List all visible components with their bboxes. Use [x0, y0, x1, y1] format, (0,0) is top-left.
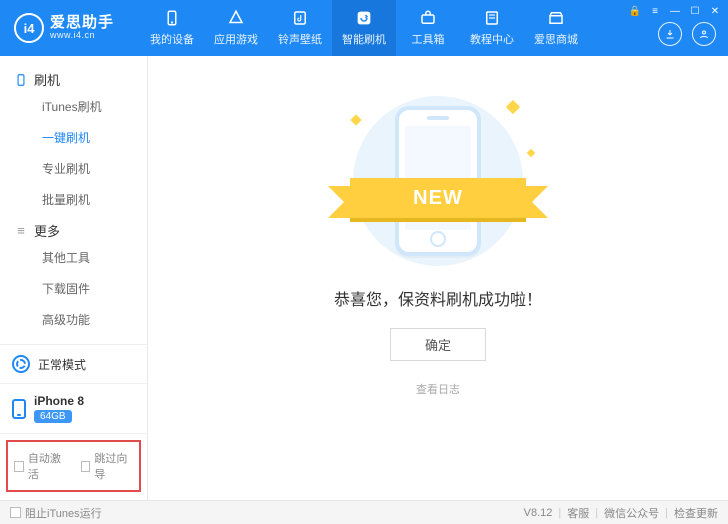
download-button[interactable]: [658, 22, 682, 46]
close-icon[interactable]: ✕: [708, 4, 722, 18]
flash-options-highlight: 自动激活 跳过向导: [6, 440, 141, 492]
device-details: iPhone 8 64GB: [34, 394, 84, 423]
sidebar-item-other-tools[interactable]: 其他工具: [0, 242, 147, 273]
success-illustration: NEW: [328, 96, 548, 266]
sidebar-bottom: 正常模式 iPhone 8 64GB 自动激活 跳过向导: [0, 344, 147, 500]
nav-label: 我的设备: [150, 31, 194, 47]
more-icon: ≡: [14, 224, 28, 238]
store-icon: [547, 9, 565, 27]
nav-label: 应用游戏: [214, 31, 258, 47]
device-name: iPhone 8: [34, 394, 84, 408]
sidebar-item-itunes-flash[interactable]: iTunes刷机: [0, 91, 147, 122]
mode-icon: [12, 355, 30, 373]
sidebar-item-onekey-flash[interactable]: 一键刷机: [0, 122, 147, 153]
nav-label: 工具箱: [412, 31, 445, 47]
app-logo: i4 爱思助手 www.i4.cn: [0, 0, 140, 56]
checkbox-icon: [14, 461, 24, 472]
footer-right: V8.12 | 客服 | 微信公众号 | 检查更新: [524, 505, 718, 521]
app-url: www.i4.cn: [50, 31, 114, 41]
sidebar-scroll: 刷机 iTunes刷机 一键刷机 专业刷机 批量刷机 ≡ 更多 其他工具 下载固…: [0, 56, 147, 344]
separator: |: [665, 507, 668, 519]
top-nav: 我的设备 应用游戏 铃声壁纸 智能刷机 工具箱 教程中心 爱思商城: [140, 0, 658, 56]
group-title: 刷机: [34, 70, 60, 89]
version-label: V8.12: [524, 507, 553, 519]
nav-my-device[interactable]: 我的设备: [140, 0, 204, 56]
nav-flash[interactable]: 智能刷机: [332, 0, 396, 56]
sidebar-item-advanced[interactable]: 高级功能: [0, 304, 147, 335]
nav-ringtones[interactable]: 铃声壁纸: [268, 0, 332, 56]
toolbox-icon: [419, 9, 437, 27]
apps-icon: [227, 9, 245, 27]
storage-badge: 64GB: [34, 410, 72, 423]
music-icon: [291, 9, 309, 27]
device-mode[interactable]: 正常模式: [0, 345, 147, 384]
nav-label: 铃声壁纸: [278, 31, 322, 47]
sidebar-item-pro-flash[interactable]: 专业刷机: [0, 153, 147, 184]
phone-icon: [14, 73, 28, 87]
maximize-icon[interactable]: ☐: [688, 4, 702, 18]
minimize-icon[interactable]: —: [668, 4, 682, 18]
spark-icon: [350, 114, 361, 125]
device-info[interactable]: iPhone 8 64GB: [0, 384, 147, 434]
nav-label: 教程中心: [470, 31, 514, 47]
app-body: 刷机 iTunes刷机 一键刷机 专业刷机 批量刷机 ≡ 更多 其他工具 下载固…: [0, 56, 728, 500]
nav-apps[interactable]: 应用游戏: [204, 0, 268, 56]
spark-icon: [506, 100, 520, 114]
view-log-link[interactable]: 查看日志: [416, 381, 460, 397]
checkbox-label: 跳过向导: [94, 450, 133, 482]
app-header: i4 爱思助手 www.i4.cn 我的设备 应用游戏 铃声壁纸 智能刷机 工具…: [0, 0, 728, 56]
new-ribbon: NEW: [350, 178, 526, 218]
sidebar-group-flash[interactable]: 刷机: [0, 64, 147, 91]
main-content: NEW 恭喜您，保资料刷机成功啦！ 确定 查看日志: [148, 56, 728, 500]
checkbox-icon: [81, 461, 91, 472]
checkbox-icon: [10, 507, 21, 518]
auto-activate-checkbox[interactable]: 自动激活: [14, 450, 67, 482]
footer-link-wechat[interactable]: 微信公众号: [604, 505, 659, 521]
mode-label: 正常模式: [38, 356, 86, 373]
window-controls: 🔒 ≡ — ☐ ✕: [628, 4, 722, 18]
lock-icon[interactable]: 🔒: [628, 4, 642, 18]
skip-setup-checkbox[interactable]: 跳过向导: [81, 450, 134, 482]
user-button[interactable]: [692, 22, 716, 46]
nav-toolbox[interactable]: 工具箱: [396, 0, 460, 56]
nav-tutorials[interactable]: 教程中心: [460, 0, 524, 56]
nav-store[interactable]: 爱思商城: [524, 0, 588, 56]
nav-label: 智能刷机: [342, 31, 386, 47]
phone-icon: [163, 9, 181, 27]
nav-label: 爱思商城: [534, 31, 578, 47]
logo-icon: i4: [14, 13, 44, 43]
sidebar-item-batch-flash[interactable]: 批量刷机: [0, 184, 147, 215]
separator: |: [558, 507, 561, 519]
success-message: 恭喜您，保资料刷机成功啦！: [334, 286, 542, 310]
footer-link-update[interactable]: 检查更新: [674, 505, 718, 521]
group-title: 更多: [34, 221, 60, 240]
book-icon: [483, 9, 501, 27]
app-name: 爱思助手: [50, 15, 114, 32]
footer-link-support[interactable]: 客服: [567, 505, 589, 521]
checkbox-label: 自动激活: [28, 450, 67, 482]
checkbox-label: 阻止iTunes运行: [25, 505, 102, 521]
sidebar-item-download-fw[interactable]: 下载固件: [0, 273, 147, 304]
confirm-button[interactable]: 确定: [390, 328, 486, 361]
logo-text: 爱思助手 www.i4.cn: [50, 15, 114, 41]
sidebar-group-more[interactable]: ≡ 更多: [0, 215, 147, 242]
spark-icon: [527, 149, 535, 157]
status-bar: 阻止iTunes运行 V8.12 | 客服 | 微信公众号 | 检查更新: [0, 500, 728, 524]
flash-icon: [355, 9, 373, 27]
sidebar: 刷机 iTunes刷机 一键刷机 专业刷机 批量刷机 ≡ 更多 其他工具 下载固…: [0, 56, 148, 500]
separator: |: [595, 507, 598, 519]
menu-icon[interactable]: ≡: [648, 4, 662, 18]
block-itunes-checkbox[interactable]: 阻止iTunes运行: [10, 505, 102, 521]
device-icon: [12, 399, 26, 419]
